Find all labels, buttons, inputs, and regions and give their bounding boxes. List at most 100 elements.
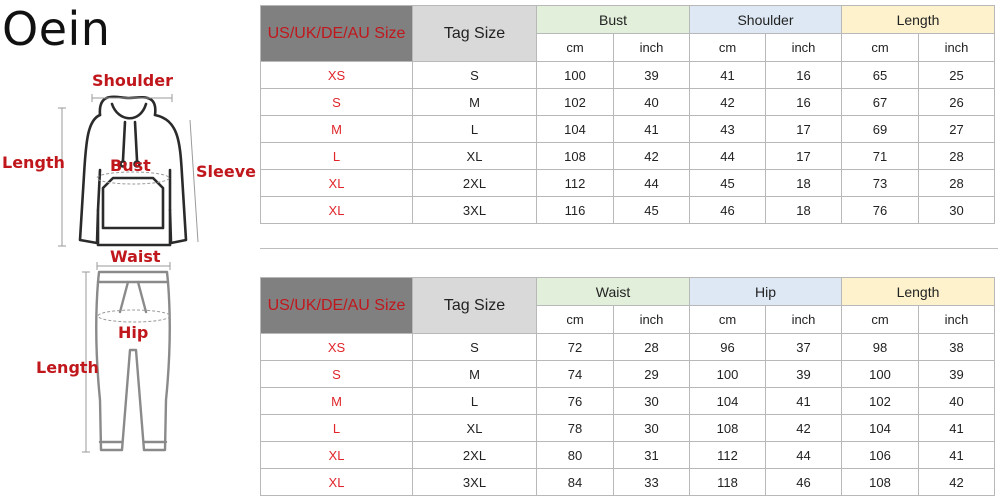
measurement-cell: 100 <box>536 61 614 89</box>
measurement-cell: 108 <box>689 414 766 442</box>
measurement-cell: 18 <box>765 169 842 197</box>
measurement-cell: 102 <box>841 387 919 415</box>
measurement-cell: 69 <box>841 115 919 143</box>
measurement-cell: 42 <box>765 414 842 442</box>
unit-header: inch <box>918 33 995 62</box>
unit-header: cm <box>841 33 919 62</box>
unit-header: cm <box>841 305 919 334</box>
measurement-cell: 44 <box>613 169 690 197</box>
measurement-cell: 39 <box>765 360 842 388</box>
brand-logo: Oein <box>2 2 111 56</box>
us-size-cell: S <box>260 360 413 388</box>
length-group-header: Length <box>841 277 995 306</box>
us-size-cell: XS <box>260 333 413 361</box>
length-group-header: Length <box>841 5 995 34</box>
size-column-header: US/UK/DE/AU Size <box>260 5 413 62</box>
measurement-cell: 46 <box>689 196 766 224</box>
tag-size-cell: L <box>412 387 537 415</box>
unit-header: inch <box>613 305 690 334</box>
measurement-cell: 84 <box>536 468 614 496</box>
measurement-cell: 29 <box>613 360 690 388</box>
table-header-row: US/UK/DE/AU Size Tag Size Bust Shoulder … <box>260 5 995 62</box>
tag-size-cell: XL <box>412 414 537 442</box>
measurement-cell: 28 <box>613 333 690 361</box>
table-row: XL 2XL 80 31 112 44 106 41 <box>260 441 995 469</box>
hoodie-size-table: US/UK/DE/AU Size Tag Size Bust Shoulder … <box>260 5 995 224</box>
us-size-cell: XL <box>260 196 413 224</box>
measurement-cell: 116 <box>536 196 614 224</box>
measurement-cell: 104 <box>689 387 766 415</box>
size-column-header: US/UK/DE/AU Size <box>260 277 413 334</box>
measurement-cell: 17 <box>765 142 842 170</box>
us-size-cell: XL <box>260 169 413 197</box>
unit-header: cm <box>689 305 766 334</box>
hip-label: Hip <box>118 323 149 342</box>
us-size-cell: XL <box>260 468 413 496</box>
waist-group-header: Waist <box>536 277 690 306</box>
bust-label: Bust <box>110 156 151 175</box>
us-size-cell: M <box>260 387 413 415</box>
tag-size-cell: M <box>412 88 537 116</box>
measurement-cell: 67 <box>841 88 919 116</box>
measurement-cell: 108 <box>841 468 919 496</box>
table-row: L XL 78 30 108 42 104 41 <box>260 414 995 442</box>
us-size-cell: L <box>260 414 413 442</box>
measurement-cell: 30 <box>613 414 690 442</box>
measurement-cell: 46 <box>765 468 842 496</box>
measurement-cell: 41 <box>918 414 995 442</box>
measurement-cell: 16 <box>765 61 842 89</box>
hip-group-header: Hip <box>689 277 842 306</box>
measurement-cell: 41 <box>613 115 690 143</box>
unit-header: cm <box>689 33 766 62</box>
tag-size-cell: M <box>412 360 537 388</box>
tag-size-cell: 3XL <box>412 196 537 224</box>
measurement-cell: 18 <box>765 196 842 224</box>
measurement-cell: 80 <box>536 441 614 469</box>
measurement-cell: 43 <box>689 115 766 143</box>
unit-header: cm <box>536 305 614 334</box>
unit-header: inch <box>765 33 842 62</box>
measurement-cell: 33 <box>613 468 690 496</box>
measurement-cell: 30 <box>918 196 995 224</box>
measurement-cell: 98 <box>841 333 919 361</box>
measurement-cell: 30 <box>613 387 690 415</box>
measurement-cell: 41 <box>918 441 995 469</box>
tag-size-cell: L <box>412 115 537 143</box>
tag-size-column-header: Tag Size <box>412 277 537 334</box>
measurement-cell: 27 <box>918 115 995 143</box>
table-row: M L 104 41 43 17 69 27 <box>260 115 995 143</box>
measurement-cell: 112 <box>536 169 614 197</box>
measurement-cell: 74 <box>536 360 614 388</box>
measurement-cell: 76 <box>536 387 614 415</box>
garment-illustration: Shoulder Length Bust Sleeve Waist Hip Le… <box>0 60 256 497</box>
measurement-cell: 42 <box>918 468 995 496</box>
unit-header: inch <box>765 305 842 334</box>
table-divider <box>260 248 998 249</box>
tag-size-cell: XL <box>412 142 537 170</box>
measurement-cell: 44 <box>765 441 842 469</box>
shoulder-label: Shoulder <box>92 71 173 90</box>
measurement-cell: 106 <box>841 441 919 469</box>
table-row: XL 3XL 84 33 118 46 108 42 <box>260 468 995 496</box>
us-size-cell: S <box>260 88 413 116</box>
pants-size-table: US/UK/DE/AU Size Tag Size Waist Hip Leng… <box>260 277 995 496</box>
tag-size-column-header: Tag Size <box>412 5 537 62</box>
unit-header: inch <box>918 305 995 334</box>
measurement-cell: 100 <box>841 360 919 388</box>
measurement-cell: 37 <box>765 333 842 361</box>
measurement-cell: 112 <box>689 441 766 469</box>
hoodie-and-pants-drawing <box>58 94 199 453</box>
us-size-cell: L <box>260 142 413 170</box>
measurement-cell: 76 <box>841 196 919 224</box>
bust-group-header: Bust <box>536 5 690 34</box>
table-row: XL 2XL 112 44 45 18 73 28 <box>260 169 995 197</box>
tag-size-cell: S <box>412 61 537 89</box>
measurement-cell: 42 <box>613 142 690 170</box>
length-label: Length <box>2 153 65 172</box>
measurement-cell: 100 <box>689 360 766 388</box>
unit-header: inch <box>613 33 690 62</box>
measurement-cell: 26 <box>918 88 995 116</box>
measurement-cell: 104 <box>841 414 919 442</box>
sleeve-label: Sleeve <box>196 162 256 181</box>
measurement-cell: 104 <box>536 115 614 143</box>
